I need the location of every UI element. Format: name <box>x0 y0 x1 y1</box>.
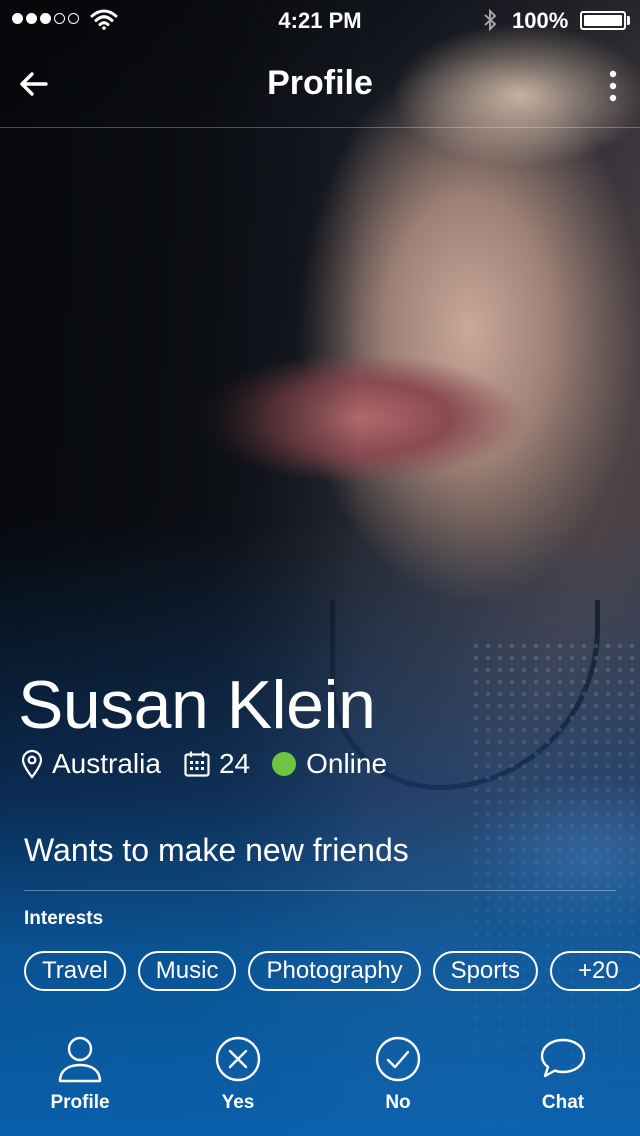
tab-chat[interactable]: Chat <box>503 1034 623 1114</box>
location-pin-icon <box>21 749 43 779</box>
tab-yes[interactable]: Yes <box>178 1034 298 1114</box>
online-dot-icon <box>272 752 297 776</box>
tab-no[interactable]: No <box>338 1034 458 1114</box>
age-text: 24 <box>218 748 251 779</box>
x-circle-icon <box>215 1036 261 1082</box>
interest-tag-travel[interactable]: Travel <box>24 951 126 991</box>
bluetooth-icon <box>484 8 497 32</box>
chat-bubble-icon <box>540 1038 586 1078</box>
interest-tag-sports[interactable]: Sports <box>432 951 538 991</box>
battery-percentage: 100% <box>512 8 569 33</box>
interest-tag-music[interactable]: Music <box>137 951 237 991</box>
status-bar: 4:21 PM 100% <box>0 0 640 40</box>
location-text: Australia <box>52 748 161 779</box>
page-title: Profile <box>267 64 373 102</box>
online-status: Online <box>272 748 387 780</box>
battery-icon <box>580 11 626 30</box>
interest-tag-photography[interactable]: Photography <box>248 951 421 991</box>
calendar-icon <box>184 751 210 777</box>
user-icon <box>58 1036 102 1083</box>
online-status-text: Online <box>306 748 388 779</box>
tab-label: Yes <box>221 1092 255 1113</box>
age-item: 24 <box>183 748 250 780</box>
tab-label: Profile <box>50 1092 110 1113</box>
interest-tags: Travel Music Photography Sports +20 <box>24 951 640 991</box>
interests-heading: Interests <box>24 908 104 929</box>
profile-name: Susan Klein <box>18 667 376 743</box>
profile-meta: Australia 24 Online <box>20 744 409 784</box>
divider <box>24 890 616 891</box>
tab-bar: Profile Yes No Chat <box>0 1030 640 1136</box>
location-item: Australia <box>20 748 161 780</box>
tab-label: No <box>385 1092 411 1113</box>
nav-bar: Profile <box>0 40 640 128</box>
tab-label: Chat <box>541 1092 585 1113</box>
profile-bio: Wants to make new friends <box>24 832 409 868</box>
tab-profile[interactable]: Profile <box>20 1034 140 1114</box>
more-vertical-icon[interactable] <box>598 68 628 104</box>
check-circle-icon <box>375 1036 421 1082</box>
interest-tag-more[interactable]: +20 <box>549 951 640 991</box>
